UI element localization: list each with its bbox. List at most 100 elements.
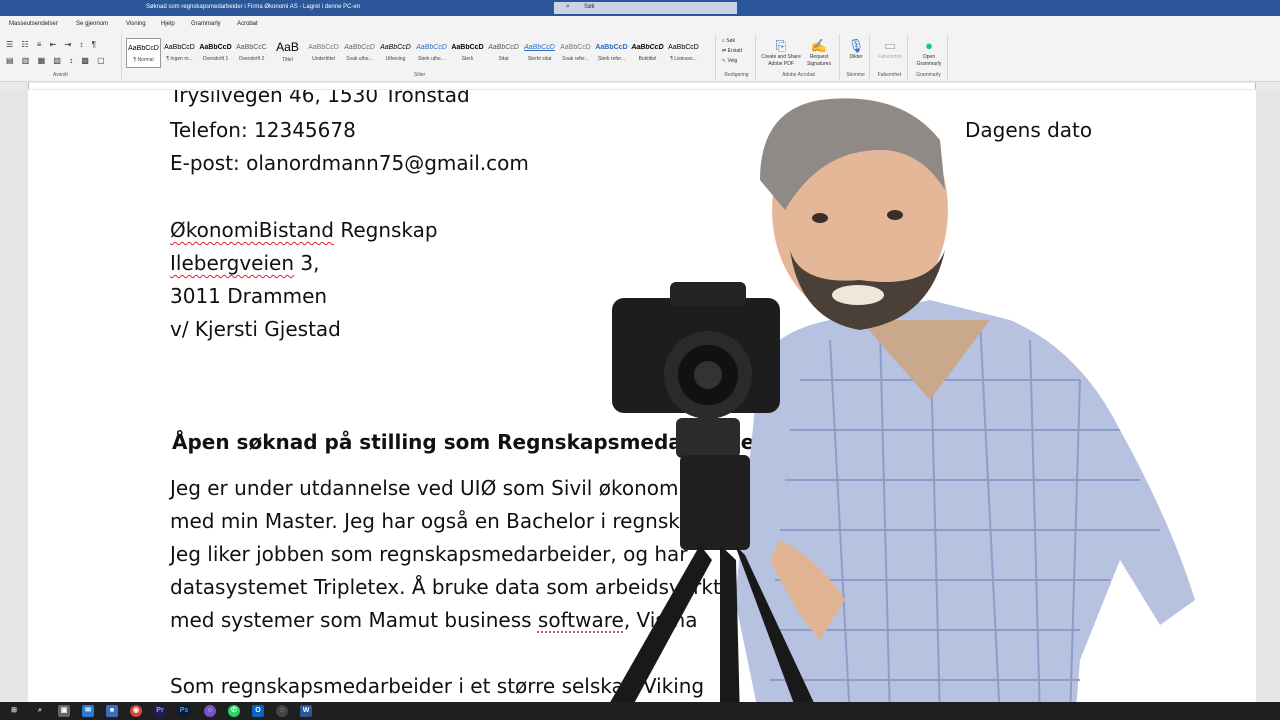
grammarly-icon: ● [925, 38, 933, 53]
signature-icon: ✍ [810, 38, 828, 53]
style-name: Utheving [385, 56, 406, 62]
search-icon: ⌕ [566, 3, 570, 10]
styles-group: AaBbCcD ¶ Normal AaBbCcD ¶ Ingen m... AaBb… [124, 34, 716, 80]
replace-button[interactable]: ⇄ Erstatt [722, 48, 742, 54]
grammarly-group: ● Open Grammarly Grammarly [910, 34, 948, 80]
paragraph-label: Avsnitt [53, 72, 68, 78]
find-label: Søk [726, 38, 736, 44]
chrome-icon[interactable]: ◉ [130, 705, 142, 717]
style-subtitle[interactable]: AaBbCcD Undertittel [306, 38, 341, 68]
style-intense-quote[interactable]: AaBbCcD Sterkt sitat [522, 38, 557, 68]
tab-help[interactable]: Hjelp [161, 21, 175, 27]
title-bar: Søknad som regnskapsmedarbeider i Firma … [0, 0, 1280, 16]
document-page[interactable]: Trysilvegen 46, 1530 Tronstad Telefon: 1… [28, 90, 1256, 702]
style-emphasis[interactable]: AaBbCcD Utheving [378, 38, 413, 68]
grammarly-label: Grammarly [916, 72, 941, 78]
body-line: Jeg liker jobben som regnskapsmedarbeide… [170, 542, 688, 566]
street-misspelled: Ilebergveien [170, 251, 295, 275]
mail-icon[interactable]: ✉ [82, 705, 94, 717]
style-intense-emphasis[interactable]: AaBbCcD Sterk uthe... [414, 38, 449, 68]
style-heading-1[interactable]: AaBbCcD Overskrift 1 [198, 38, 233, 68]
style-name: Svak uthe... [346, 56, 373, 62]
style-book-title[interactable]: AaBbCcD Boktittel [630, 38, 665, 68]
style-name: Boktittel [638, 56, 657, 62]
style-normal[interactable]: AaBbCcD ¶ Normal [126, 38, 161, 68]
letter-heading: Åpen søknad på stilling som Regnskapsmed… [172, 430, 765, 454]
style-name: ¶ Ingen m... [166, 56, 193, 62]
recipient-street: Ilebergveien 3, [170, 251, 319, 275]
store-icon[interactable]: ▣ [58, 705, 70, 717]
find-button[interactable]: ⌕ Søk [722, 38, 735, 44]
sensitivity-group: ▭ Følsomhet Følsomhet [872, 34, 908, 80]
style-sample: AaBbCcD [416, 44, 447, 51]
style-sample: AaBbCcD [380, 44, 411, 51]
windows-icon[interactable]: ⊞ [8, 705, 20, 717]
word-icon[interactable]: W [300, 705, 312, 717]
tab-review[interactable]: Se gjennom [76, 21, 108, 27]
align-buttons[interactable]: ▤ ▥ ▦ ▧ ↕ ▩ ▢ [6, 56, 108, 65]
photoshop-icon[interactable]: Ps [178, 705, 190, 717]
acrobat-label: Adobe Acrobat [782, 72, 815, 78]
sensitivity-button[interactable]: ▭ Følsomhet [872, 38, 908, 61]
paragraph-group: ☰ ☷ ≡ ⇤ ⇥ ↕ ¶ ▤ ▥ ▦ ▧ ↕ ▩ ▢ Avsnitt [0, 34, 122, 80]
voice-group: 🎙 Dikter Stemme [842, 34, 870, 80]
style-name: Sterk [461, 56, 474, 62]
open-grammarly-button[interactable]: ● Open Grammarly [910, 38, 948, 68]
style-heading-2[interactable]: AaBbCcC Overskrift 2 [234, 38, 269, 68]
sender-phone: Telefon: 12345678 [170, 118, 356, 142]
style-subtle-emphasis[interactable]: AaBbCcD Svak uthe... [342, 38, 377, 68]
style-sample: AaBbCcD [560, 44, 591, 51]
tab-mailings[interactable]: Masseutsendelser [9, 21, 58, 27]
vpn-icon[interactable]: ◌ [276, 705, 288, 717]
ruler[interactable] [0, 82, 1280, 90]
style-name: Tittel [282, 57, 293, 63]
style-name: Svak refer... [562, 56, 589, 62]
replace-label: Erstatt [727, 48, 743, 54]
style-sample: AaBbCcC [236, 44, 267, 51]
style-sample: AaBbCcD [488, 44, 519, 51]
style-sample: AaBbCcD [199, 44, 232, 51]
body-text: med systemer som Mamut business [170, 608, 538, 632]
premiere-icon[interactable]: Pr [154, 705, 166, 717]
explorer-icon[interactable]: ■ [106, 705, 118, 717]
document-title: Søknad som regnskapsmedarbeider i Firma … [146, 4, 361, 10]
recipient-contact: v/ Kjersti Gjestad [170, 317, 341, 341]
style-name: Sterk uthe... [418, 56, 445, 62]
style-sample: AaBbCcD [668, 44, 699, 51]
body-text: , Visma [623, 608, 698, 632]
style-list-paragraph[interactable]: AaBbCcD ¶ Listeavs... [666, 38, 701, 68]
style-name: Overskrift 2 [238, 56, 265, 62]
style-strong[interactable]: AaBbCcD Sterk [450, 38, 485, 68]
dictate-button[interactable]: 🎙 Dikter [842, 38, 870, 61]
whatsapp-icon[interactable]: ✆ [228, 705, 240, 717]
voice-label: Stemme [846, 72, 865, 78]
tab-acrobat[interactable]: Acrobat [237, 21, 258, 27]
dictate-label: Dikter [849, 54, 863, 60]
style-intense-reference[interactable]: AaBbCcD Sterk refer... [594, 38, 629, 68]
style-no-spacing[interactable]: AaBbCcD ¶ Ingen m... [162, 38, 197, 68]
style-subtle-reference[interactable]: AaBbCcD Svak refer... [558, 38, 593, 68]
app-icon[interactable]: ○ [204, 705, 216, 717]
style-name: Sitat [498, 56, 509, 62]
search-icon[interactable]: ⌕ [34, 705, 46, 717]
list-buttons[interactable]: ☰ ☷ ≡ ⇤ ⇥ ↕ ¶ [6, 40, 99, 49]
sensitivity-btn-label: Følsomhet [878, 54, 902, 60]
search-placeholder: Søk [584, 4, 595, 10]
grammar-flag: software [537, 608, 624, 632]
style-name: Undertittel [312, 56, 335, 62]
company-name-misspelled: ØkonomiBistand [170, 218, 334, 242]
outlook-icon[interactable]: O [252, 705, 264, 717]
recipient-city: 3011 Drammen [170, 284, 328, 308]
style-title[interactable]: AaB Tittel [270, 38, 305, 68]
recipient-company: ØkonomiBistand Regnskap [170, 218, 438, 242]
select-button[interactable]: ↖ Velg [722, 58, 737, 64]
tab-view[interactable]: Visning [126, 21, 146, 27]
request-signatures-button[interactable]: ✍ Request Signatures [798, 38, 840, 68]
style-sample: AaB [276, 40, 299, 54]
style-sample: AaBbCcD [308, 44, 339, 51]
style-quote[interactable]: AaBbCcD Sitat [486, 38, 521, 68]
style-name: ¶ Listeavs... [670, 56, 697, 62]
body-line: med min Master. Jeg har også en Bachelor… [170, 509, 705, 533]
search-box[interactable]: ⌕ Søk [554, 2, 737, 14]
tab-grammarly[interactable]: Grammarly [191, 21, 221, 27]
